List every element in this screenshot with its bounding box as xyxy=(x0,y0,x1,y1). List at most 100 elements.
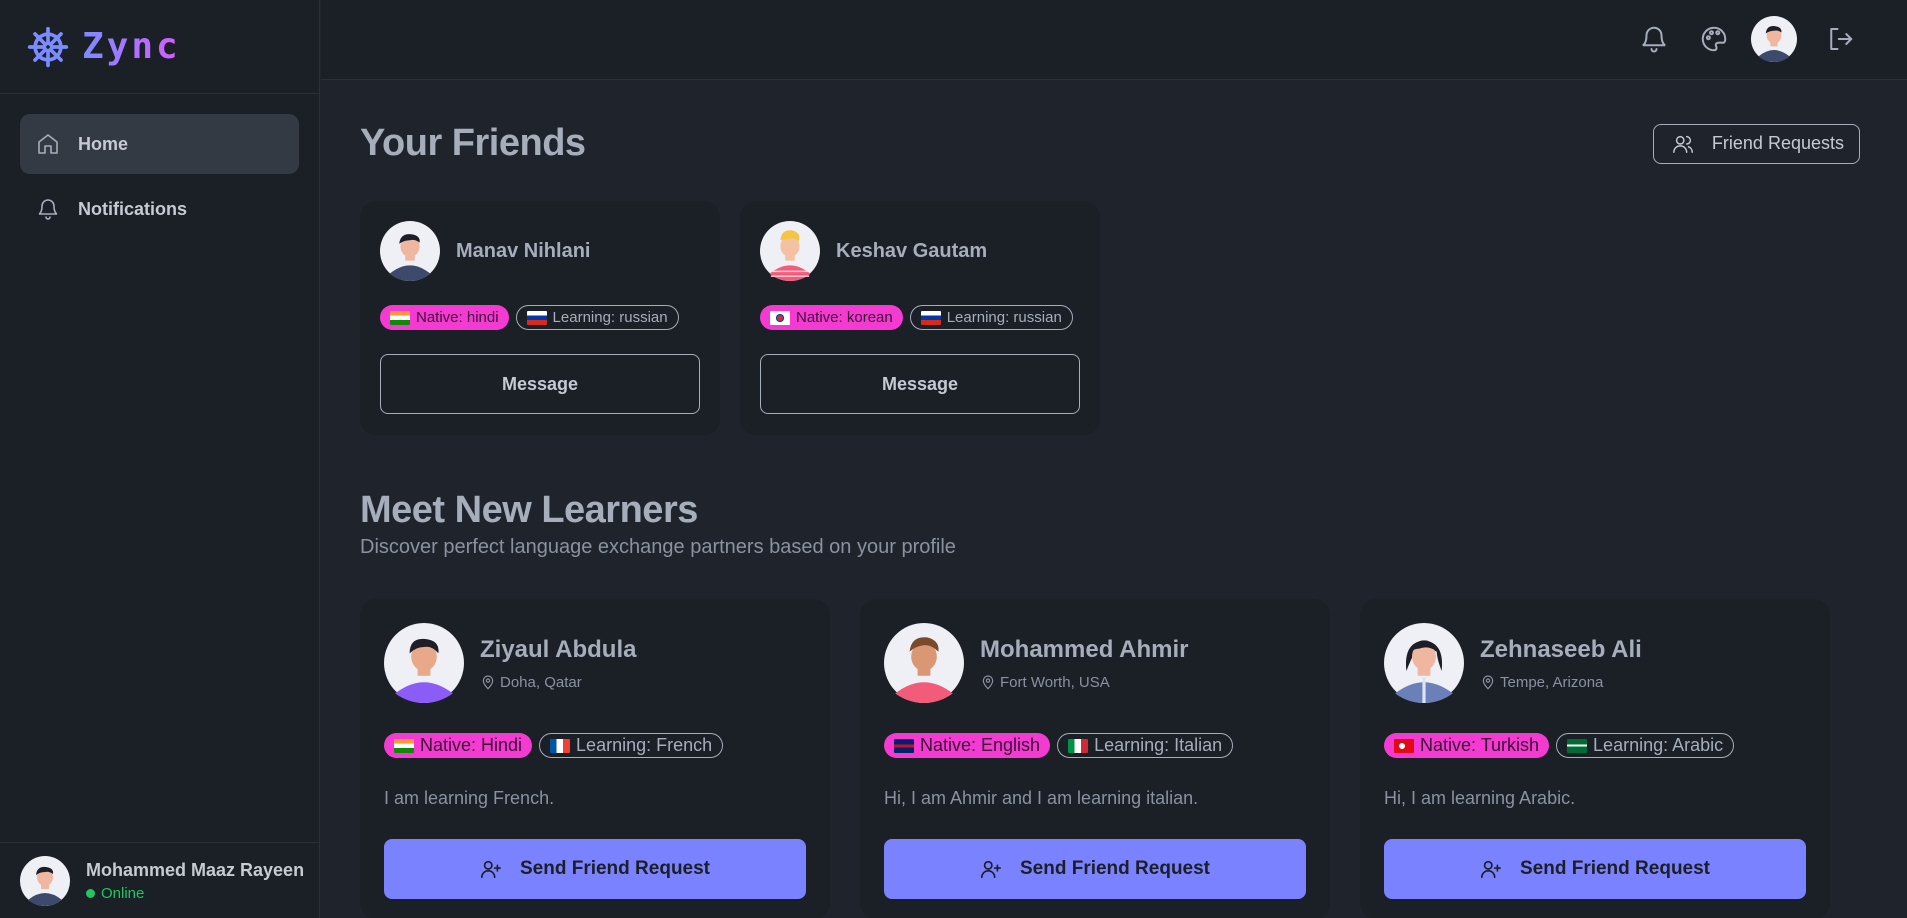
topbar xyxy=(321,0,1907,80)
bell-icon xyxy=(38,199,58,220)
friends-list: Manav Nihlani Native: hindi Learning: ru… xyxy=(360,201,1860,435)
india-flag-icon xyxy=(390,310,410,325)
user-plus-icon xyxy=(1480,860,1501,879)
learning-language-text: Learning: Arabic xyxy=(1593,735,1724,755)
language-badges: Native: English Learning: Italian xyxy=(884,733,1306,758)
russia-flag-icon xyxy=(526,310,547,325)
logout-icon xyxy=(1830,28,1853,50)
language-badges: Native: korean Learning: russian xyxy=(760,305,1080,330)
user-plus-icon xyxy=(480,860,501,879)
message-button[interactable]: Message xyxy=(380,354,700,414)
learning-language-text: Learning: russian xyxy=(552,309,668,326)
friend-card-header: Manav Nihlani xyxy=(380,221,700,281)
button-label: Send Friend Request xyxy=(1519,858,1711,879)
learning-language-text: Learning: French xyxy=(576,735,713,755)
avatar xyxy=(884,623,964,703)
language-badges: Native: hindi Learning: russian xyxy=(380,305,700,330)
native-language-text: Native: English xyxy=(920,735,1041,755)
avatar xyxy=(380,221,440,281)
friend-name: Manav Nihlani xyxy=(456,239,591,262)
users-icon xyxy=(1673,135,1693,153)
native-language-text: Native: Turkish xyxy=(1420,735,1540,755)
learners-header: Meet New Learners Discover perfect langu… xyxy=(360,489,1860,559)
avatar xyxy=(384,623,464,703)
uk-flag-icon xyxy=(894,738,914,753)
ship-wheel-icon xyxy=(27,26,69,67)
learner-info: Zehnaseeb Ali Tempe, Arizona xyxy=(1480,636,1642,691)
friend-name: Keshav Gautam xyxy=(836,239,988,262)
native-language-text: Native: Hindi xyxy=(420,735,523,755)
topbar-actions xyxy=(1611,16,1857,62)
avatar[interactable] xyxy=(1751,16,1797,62)
learner-card: Ziyaul Abdula Doha, Qatar Native: Hindi … xyxy=(360,599,830,918)
learner-bio: Hi, I am learning Arabic. xyxy=(1384,788,1576,808)
palette-icon xyxy=(1701,26,1727,52)
italy-flag-icon xyxy=(1068,738,1089,753)
map-pin-icon xyxy=(1482,675,1494,690)
friend-card-header: Keshav Gautam xyxy=(760,221,1080,281)
send-friend-request-button[interactable]: Send Friend Request xyxy=(384,839,806,899)
sidebar: Zync Home Notifications Mohammed Maaz Ra… xyxy=(0,0,320,918)
friend-requests-label: Friend Requests xyxy=(1711,133,1844,153)
button-label: Send Friend Request xyxy=(1019,858,1211,879)
learner-name: Ziyaul Abdula xyxy=(480,635,637,663)
theme-button[interactable] xyxy=(1697,22,1731,56)
current-user[interactable]: Mohammed Maaz Rayeen Online xyxy=(0,842,320,918)
section-title: Meet New Learners xyxy=(360,489,698,531)
turkey-flag-icon xyxy=(1394,738,1414,753)
native-language-text: Native: korean xyxy=(796,309,893,326)
native-language-badge: Native: korean xyxy=(760,305,903,330)
location-text: Doha, Qatar xyxy=(500,673,582,691)
page-title: Your Friends xyxy=(360,122,586,164)
user-name: Mohammed Maaz Rayeen xyxy=(86,859,305,880)
sidebar-item-label: Home xyxy=(78,133,129,154)
learning-language-text: Learning: russian xyxy=(946,309,1062,326)
korea-flag-icon xyxy=(770,310,790,325)
learning-language-badge: Learning: Italian xyxy=(1057,733,1234,758)
sidebar-item-notifications[interactable]: Notifications xyxy=(20,179,299,239)
learning-language-badge: Learning: French xyxy=(539,733,724,758)
app-name: Zync xyxy=(82,26,181,67)
friend-card: Manav Nihlani Native: hindi Learning: ru… xyxy=(360,201,720,435)
location-text: Tempe, Arizona xyxy=(1500,673,1604,691)
logout-button[interactable] xyxy=(1823,22,1857,56)
avatar xyxy=(20,855,70,906)
learner-name: Mohammed Ahmir xyxy=(980,635,1189,663)
learner-card: Zehnaseeb Ali Tempe, Arizona Native: Tur… xyxy=(1360,599,1830,918)
location-text: Fort Worth, USA xyxy=(1000,673,1110,691)
learning-language-badge: Learning: Arabic xyxy=(1556,733,1735,758)
learner-location: Tempe, Arizona xyxy=(1480,674,1642,691)
learner-info: Mohammed Ahmir Fort Worth, USA xyxy=(980,636,1188,691)
online-dot-icon xyxy=(86,888,95,898)
button-label: Send Friend Request xyxy=(519,858,711,879)
language-badges: Native: Turkish Learning: Arabic xyxy=(1384,733,1806,758)
main-content: Your Friends Friend Requests Manav Nihla… xyxy=(360,80,1860,918)
learning-language-badge: Learning: russian xyxy=(909,305,1073,330)
send-friend-request-button[interactable]: Send Friend Request xyxy=(1384,839,1806,899)
india-flag-icon xyxy=(394,738,414,753)
saudi-flag-icon xyxy=(1567,738,1588,753)
notifications-button[interactable] xyxy=(1637,22,1671,56)
message-button[interactable]: Message xyxy=(760,354,1080,414)
learner-card: Mohammed Ahmir Fort Worth, USA Native: E… xyxy=(860,599,1330,918)
learner-info: Ziyaul Abdula Doha, Qatar xyxy=(480,636,636,691)
learner-card-header: Mohammed Ahmir Fort Worth, USA xyxy=(884,623,1306,703)
russia-flag-icon xyxy=(920,310,941,325)
section-subtitle: Discover perfect language exchange partn… xyxy=(360,536,956,558)
learners-list: Ziyaul Abdula Doha, Qatar Native: Hindi … xyxy=(360,599,1860,918)
status-text: Online xyxy=(101,884,145,902)
avatar xyxy=(1384,623,1464,703)
map-pin-icon xyxy=(482,675,494,690)
learner-bio: Hi, I am Ahmir and I am learning italian… xyxy=(884,788,1199,808)
learner-location: Fort Worth, USA xyxy=(980,674,1188,691)
home-icon xyxy=(38,134,58,154)
send-friend-request-button[interactable]: Send Friend Request xyxy=(884,839,1306,899)
language-badges: Native: Hindi Learning: French xyxy=(384,733,806,758)
sidebar-item-home[interactable]: Home xyxy=(20,114,299,174)
friend-requests-button[interactable]: Friend Requests xyxy=(1652,123,1860,164)
logo[interactable]: Zync xyxy=(0,0,319,94)
learning-language-badge: Learning: russian xyxy=(515,305,679,330)
native-language-badge: Native: Hindi xyxy=(384,733,533,758)
sidebar-item-label: Notifications xyxy=(78,198,188,219)
native-language-text: Native: hindi xyxy=(416,309,499,326)
